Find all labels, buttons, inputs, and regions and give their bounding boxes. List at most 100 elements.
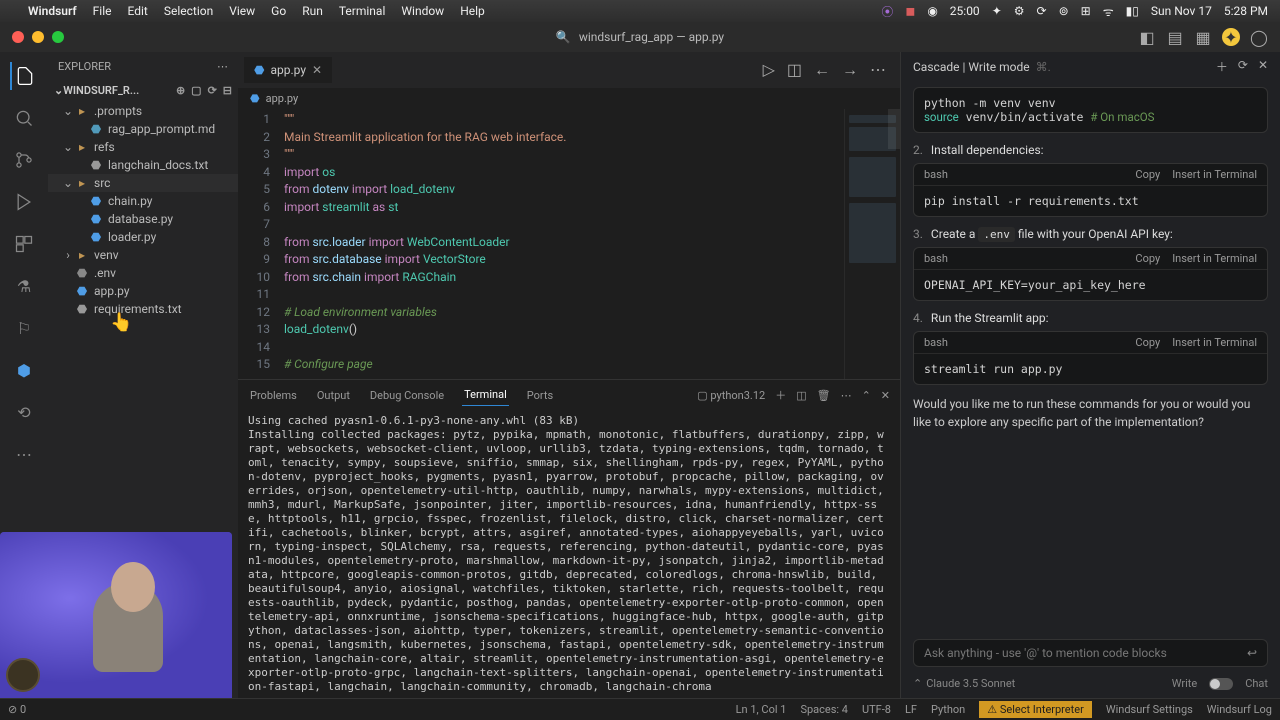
new-folder-icon[interactable]: ▢ (191, 84, 201, 97)
close-tab-icon[interactable]: ✕ (312, 63, 322, 77)
python-icon[interactable]: ⬢ (10, 356, 38, 384)
menubar-timer-icon[interactable]: ◉ (927, 4, 937, 18)
folder-venv[interactable]: ›▸venv (48, 246, 238, 264)
cascade-input[interactable]: Ask anything - use '@' to mention code b… (913, 639, 1268, 667)
folder-.prompts[interactable]: ⌄▸.prompts (48, 102, 238, 120)
refresh-tree-icon[interactable]: ⟳ (208, 84, 217, 97)
panel-up-icon[interactable]: ⌃ (862, 389, 871, 402)
status-language[interactable]: Python (931, 703, 965, 716)
menu-view[interactable]: View (229, 4, 255, 18)
app-name[interactable]: Windsurf (28, 4, 77, 18)
status-icon-4[interactable]: ⊚ (1059, 4, 1069, 18)
status-icon[interactable]: ✦ (992, 4, 1002, 18)
terminal-more-icon[interactable]: ⋯ (841, 389, 852, 402)
menubar-stop-icon[interactable]: ◼ (905, 4, 915, 18)
status-encoding[interactable]: UTF-8 (862, 703, 891, 716)
more-icon[interactable]: ⋯ (10, 440, 38, 468)
status-icon-3[interactable]: ⟳ (1037, 4, 1047, 18)
nav-back-icon[interactable]: ← (814, 60, 830, 80)
tab-app-py[interactable]: ⬣ app.py ✕ (244, 57, 333, 83)
send-icon[interactable]: ↩ (1247, 646, 1257, 660)
menu-file[interactable]: File (93, 4, 112, 18)
flask-icon[interactable]: ⚗ (10, 272, 38, 300)
status-cursor-pos[interactable]: Ln 1, Col 1 (736, 703, 787, 716)
tab-output[interactable]: Output (315, 385, 352, 406)
menu-edit[interactable]: Edit (128, 4, 148, 18)
cascade-history-icon[interactable]: ⟳ (1238, 58, 1248, 75)
code-editor[interactable]: """Main Streamlit application for the RA… (278, 109, 844, 379)
insert-terminal-button[interactable]: Insert in Terminal (1172, 168, 1257, 181)
folder-refs[interactable]: ⌄▸refs (48, 138, 238, 156)
menu-help[interactable]: Help (460, 4, 485, 18)
write-chat-toggle[interactable] (1209, 678, 1233, 690)
tab-problems[interactable]: Problems (248, 385, 299, 406)
copy-button[interactable]: Copy (1135, 168, 1160, 181)
file-langchain_docs.txt[interactable]: ⬣langchain_docs.txt (48, 156, 238, 174)
collapse-icon[interactable]: ⊟ (223, 84, 232, 97)
editor-more-icon[interactable]: ⋯ (870, 60, 886, 80)
file-chain.py[interactable]: ⬣chain.py (48, 192, 238, 210)
cascade-toggle-icon[interactable]: ✦ (1222, 28, 1240, 46)
menu-window[interactable]: Window (401, 4, 444, 18)
file-requirements.txt[interactable]: ⬣requirements.txt (48, 300, 238, 318)
extensions-icon[interactable] (10, 230, 38, 258)
wifi-icon[interactable]: ᯤ (1103, 3, 1114, 20)
refresh-icon[interactable]: ⟲ (10, 398, 38, 426)
layout-sidebar-left-icon[interactable]: ◧ (1138, 28, 1156, 46)
explorer-icon[interactable] (10, 62, 38, 90)
copy-button[interactable]: Copy (1135, 336, 1160, 349)
status-icon-2[interactable]: ⚙ (1014, 4, 1025, 18)
file-loader.py[interactable]: ⬣loader.py (48, 228, 238, 246)
menu-selection[interactable]: Selection (164, 4, 213, 18)
insert-terminal-button[interactable]: Insert in Terminal (1172, 336, 1257, 349)
search-icon[interactable]: 🔍 (556, 30, 571, 44)
file-app.py[interactable]: ⬣app.py (48, 282, 238, 300)
file-rag_app_prompt.md[interactable]: ⬣rag_app_prompt.md (48, 120, 238, 138)
menu-go[interactable]: Go (271, 4, 286, 18)
menu-run[interactable]: Run (302, 4, 323, 18)
layout-grid-icon[interactable]: ▦ (1194, 28, 1212, 46)
file-database.py[interactable]: ⬣database.py (48, 210, 238, 228)
layout-panel-icon[interactable]: ▤ (1166, 28, 1184, 46)
new-file-icon[interactable]: ⊕ (176, 84, 185, 97)
explorer-more-icon[interactable]: ⋯ (217, 60, 228, 73)
status-icon-5[interactable]: ⊞ (1081, 4, 1091, 18)
menu-terminal[interactable]: Terminal (339, 4, 386, 18)
copy-button[interactable]: Copy (1135, 252, 1160, 265)
status-windsurf-settings[interactable]: Windsurf Settings (1106, 703, 1193, 716)
close-window-button[interactable] (12, 31, 24, 43)
status-select-interpreter[interactable]: ⚠ Select Interpreter (979, 701, 1092, 718)
account-icon[interactable]: ◯ (1250, 28, 1268, 46)
status-errors[interactable]: ⊘ 0 (8, 703, 26, 716)
maximize-window-button[interactable] (52, 31, 64, 43)
status-indent[interactable]: Spaces: 4 (800, 703, 848, 716)
model-selector[interactable]: ⌃ Claude 3.5 Sonnet (913, 677, 1015, 690)
battery-icon[interactable]: ▮▯ (1126, 4, 1139, 18)
split-editor-icon[interactable]: ◫ (787, 60, 802, 80)
menubar-record-icon[interactable]: ⦿ (881, 3, 893, 20)
search-activity-icon[interactable] (10, 104, 38, 132)
status-eol[interactable]: LF (905, 703, 917, 716)
bookmark-icon[interactable]: ⚐ (10, 314, 38, 342)
panel-close-icon[interactable]: ✕ (881, 389, 890, 402)
file-.env[interactable]: ⬣.env (48, 264, 238, 282)
insert-terminal-button[interactable]: Insert in Terminal (1172, 252, 1257, 265)
new-terminal-icon[interactable]: ＋ (775, 387, 786, 403)
terminal-output[interactable]: Using cached pyasn1-0.6.1-py3-none-any.w… (238, 410, 900, 698)
minimap[interactable] (844, 109, 900, 379)
run-icon[interactable]: ▷ (763, 60, 775, 80)
chevron-down-icon[interactable]: ⌄ (54, 84, 63, 97)
minimize-window-button[interactable] (32, 31, 44, 43)
kill-terminal-icon[interactable]: 🗑 (817, 389, 831, 402)
tab-debug-console[interactable]: Debug Console (368, 385, 446, 406)
tab-terminal[interactable]: Terminal (462, 384, 509, 406)
breadcrumb[interactable]: ⬣ app.py (238, 88, 900, 109)
source-control-icon[interactable] (10, 146, 38, 174)
cascade-close-icon[interactable]: ✕ (1258, 58, 1268, 75)
terminal-profile[interactable]: ▢ python3.12 (697, 389, 765, 402)
cascade-new-icon[interactable]: ＋ (1216, 58, 1228, 75)
split-terminal-icon[interactable]: ◫ (796, 389, 806, 402)
tab-ports[interactable]: Ports (525, 385, 555, 406)
run-debug-icon[interactable] (10, 188, 38, 216)
nav-fwd-icon[interactable]: → (842, 60, 858, 80)
